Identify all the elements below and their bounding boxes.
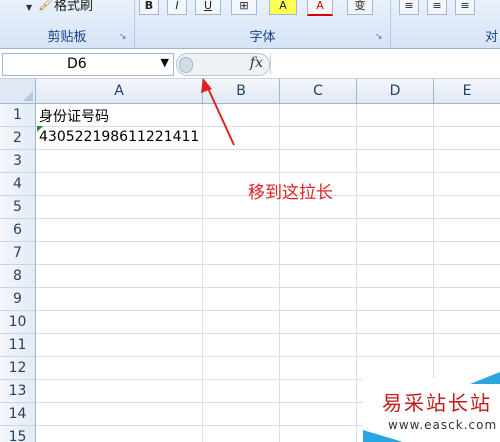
watermark-url: www.easck.com — [388, 418, 498, 432]
annotation-text: 移到这拉长 — [248, 183, 333, 203]
watermark-stripe — [470, 372, 500, 384]
watermark-title: 易采站长站 — [382, 391, 492, 415]
annotation-arrow — [201, 78, 235, 146]
